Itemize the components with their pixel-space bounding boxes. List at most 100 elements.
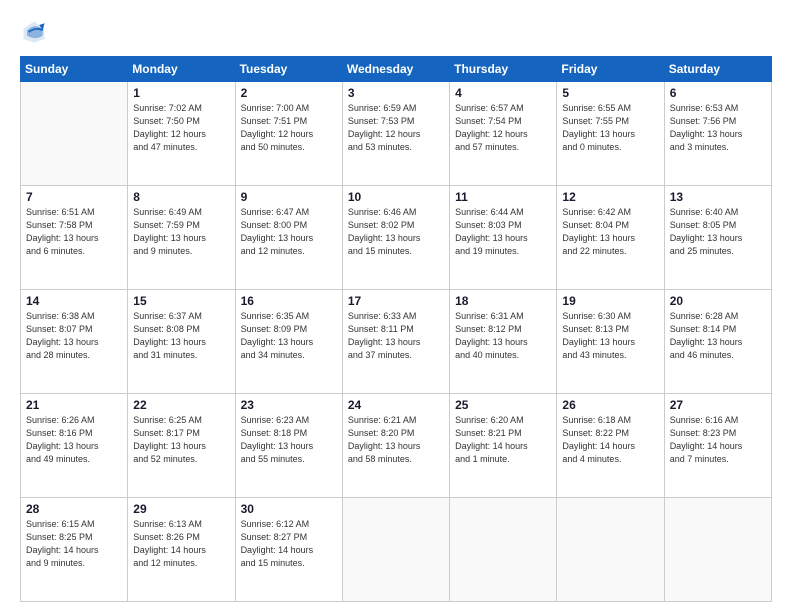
day-cell (21, 82, 128, 186)
day-cell: 15 Sunrise: 6:37 AMSunset: 8:08 PMDayligh… (128, 290, 235, 394)
day-cell: 22Sunrise: 6:25 AMSunset: 8:17 PMDayligh… (128, 394, 235, 498)
day-info: Sunrise: 7:00 AMSunset: 7:51 PMDaylight:… (241, 102, 337, 154)
day-number: 1 (133, 86, 229, 100)
day-cell (450, 498, 557, 602)
day-info: Sunrise: 6:47 AMSunset: 8:00 PMDaylight:… (241, 206, 337, 258)
day-number: 30 (241, 502, 337, 516)
day-info: Sunrise: 6:16 AMSunset: 8:23 PMDaylight:… (670, 414, 766, 466)
week-row-0: 1 Sunrise: 7:02 AMSunset: 7:50 PMDaylight… (21, 82, 772, 186)
day-cell: 9 Sunrise: 6:47 AMSunset: 8:00 PMDaylight… (235, 186, 342, 290)
day-info: Sunrise: 6:31 AMSunset: 8:12 PMDaylight:… (455, 310, 551, 362)
day-info: Sunrise: 7:02 AMSunset: 7:50 PMDaylight:… (133, 102, 229, 154)
day-number: 29 (133, 502, 229, 516)
week-row-3: 21 Sunrise: 6:26 AMSunset: 8:16 PMDayligh… (21, 394, 772, 498)
header (20, 18, 772, 46)
day-number: 20 (670, 294, 766, 308)
day-cell: 6Sunrise: 6:53 AMSunset: 7:56 PMDaylight… (664, 82, 771, 186)
day-number: 22 (133, 398, 229, 412)
day-number: 18 (455, 294, 551, 308)
day-number: 17 (348, 294, 444, 308)
day-info: Sunrise: 6:51 AMSunset: 7:58 PMDaylight:… (26, 206, 122, 258)
weekday-saturday: Saturday (664, 57, 771, 82)
weekday-sunday: Sunday (21, 57, 128, 82)
day-info: Sunrise: 6:28 AMSunset: 8:14 PMDaylight:… (670, 310, 766, 362)
day-cell (557, 498, 664, 602)
day-number: 21 (26, 398, 122, 412)
day-info: Sunrise: 6:59 AMSunset: 7:53 PMDaylight:… (348, 102, 444, 154)
day-number: 23 (241, 398, 337, 412)
day-cell: 5 Sunrise: 6:55 AMSunset: 7:55 PMDaylight… (557, 82, 664, 186)
day-cell: 18 Sunrise: 6:31 AMSunset: 8:12 PMDayligh… (450, 290, 557, 394)
day-number: 19 (562, 294, 658, 308)
day-number: 4 (455, 86, 551, 100)
day-number: 15 (133, 294, 229, 308)
day-cell: 25 Sunrise: 6:20 AMSunset: 8:21 PMDayligh… (450, 394, 557, 498)
day-cell: 17Sunrise: 6:33 AMSunset: 8:11 PMDayligh… (342, 290, 449, 394)
day-number: 12 (562, 190, 658, 204)
day-info: Sunrise: 6:26 AMSunset: 8:16 PMDaylight:… (26, 414, 122, 466)
day-info: Sunrise: 6:53 AMSunset: 7:56 PMDaylight:… (670, 102, 766, 154)
day-cell: 11 Sunrise: 6:44 AMSunset: 8:03 PMDayligh… (450, 186, 557, 290)
day-number: 25 (455, 398, 551, 412)
day-number: 10 (348, 190, 444, 204)
day-cell: 28Sunrise: 6:15 AMSunset: 8:25 PMDayligh… (21, 498, 128, 602)
day-info: Sunrise: 6:35 AMSunset: 8:09 PMDaylight:… (241, 310, 337, 362)
day-number: 16 (241, 294, 337, 308)
day-info: Sunrise: 6:18 AMSunset: 8:22 PMDaylight:… (562, 414, 658, 466)
weekday-friday: Friday (557, 57, 664, 82)
day-cell: 23 Sunrise: 6:23 AMSunset: 8:18 PMDayligh… (235, 394, 342, 498)
weekday-thursday: Thursday (450, 57, 557, 82)
day-info: Sunrise: 6:57 AMSunset: 7:54 PMDaylight:… (455, 102, 551, 154)
day-cell: 20 Sunrise: 6:28 AMSunset: 8:14 PMDayligh… (664, 290, 771, 394)
week-row-2: 14Sunrise: 6:38 AMSunset: 8:07 PMDayligh… (21, 290, 772, 394)
day-number: 5 (562, 86, 658, 100)
day-info: Sunrise: 6:42 AMSunset: 8:04 PMDaylight:… (562, 206, 658, 258)
day-number: 28 (26, 502, 122, 516)
logo (20, 18, 52, 46)
day-info: Sunrise: 6:49 AMSunset: 7:59 PMDaylight:… (133, 206, 229, 258)
day-cell (664, 498, 771, 602)
day-cell: 27 Sunrise: 6:16 AMSunset: 8:23 PMDayligh… (664, 394, 771, 498)
day-cell: 4 Sunrise: 6:57 AMSunset: 7:54 PMDaylight… (450, 82, 557, 186)
day-number: 3 (348, 86, 444, 100)
day-number: 8 (133, 190, 229, 204)
day-cell: 2Sunrise: 7:00 AMSunset: 7:51 PMDaylight… (235, 82, 342, 186)
day-cell: 13Sunrise: 6:40 AMSunset: 8:05 PMDayligh… (664, 186, 771, 290)
day-cell: 14Sunrise: 6:38 AMSunset: 8:07 PMDayligh… (21, 290, 128, 394)
day-info: Sunrise: 6:21 AMSunset: 8:20 PMDaylight:… (348, 414, 444, 466)
weekday-tuesday: Tuesday (235, 57, 342, 82)
day-number: 9 (241, 190, 337, 204)
day-number: 24 (348, 398, 444, 412)
day-info: Sunrise: 6:30 AMSunset: 8:13 PMDaylight:… (562, 310, 658, 362)
day-cell: 8 Sunrise: 6:49 AMSunset: 7:59 PMDaylight… (128, 186, 235, 290)
day-number: 26 (562, 398, 658, 412)
week-row-1: 7 Sunrise: 6:51 AMSunset: 7:58 PMDaylight… (21, 186, 772, 290)
day-info: Sunrise: 6:13 AMSunset: 8:26 PMDaylight:… (133, 518, 229, 570)
day-number: 14 (26, 294, 122, 308)
calendar-table: SundayMondayTuesdayWednesdayThursdayFrid… (20, 56, 772, 602)
day-cell: 7 Sunrise: 6:51 AMSunset: 7:58 PMDaylight… (21, 186, 128, 290)
day-info: Sunrise: 6:20 AMSunset: 8:21 PMDaylight:… (455, 414, 551, 466)
weekday-header-row: SundayMondayTuesdayWednesdayThursdayFrid… (21, 57, 772, 82)
day-number: 27 (670, 398, 766, 412)
weekday-monday: Monday (128, 57, 235, 82)
day-info: Sunrise: 6:46 AMSunset: 8:02 PMDaylight:… (348, 206, 444, 258)
day-cell: 29 Sunrise: 6:13 AMSunset: 8:26 PMDayligh… (128, 498, 235, 602)
day-info: Sunrise: 6:55 AMSunset: 7:55 PMDaylight:… (562, 102, 658, 154)
day-cell: 16 Sunrise: 6:35 AMSunset: 8:09 PMDayligh… (235, 290, 342, 394)
calendar-page: SundayMondayTuesdayWednesdayThursdayFrid… (0, 0, 792, 612)
day-info: Sunrise: 6:12 AMSunset: 8:27 PMDaylight:… (241, 518, 337, 570)
day-number: 13 (670, 190, 766, 204)
day-cell: 21 Sunrise: 6:26 AMSunset: 8:16 PMDayligh… (21, 394, 128, 498)
day-cell (342, 498, 449, 602)
logo-icon (20, 18, 48, 46)
day-number: 7 (26, 190, 122, 204)
day-info: Sunrise: 6:37 AMSunset: 8:08 PMDaylight:… (133, 310, 229, 362)
day-info: Sunrise: 6:44 AMSunset: 8:03 PMDaylight:… (455, 206, 551, 258)
day-cell: 1 Sunrise: 7:02 AMSunset: 7:50 PMDaylight… (128, 82, 235, 186)
day-cell: 3 Sunrise: 6:59 AMSunset: 7:53 PMDaylight… (342, 82, 449, 186)
weekday-wednesday: Wednesday (342, 57, 449, 82)
day-info: Sunrise: 6:23 AMSunset: 8:18 PMDaylight:… (241, 414, 337, 466)
day-cell: 10 Sunrise: 6:46 AMSunset: 8:02 PMDayligh… (342, 186, 449, 290)
day-number: 11 (455, 190, 551, 204)
